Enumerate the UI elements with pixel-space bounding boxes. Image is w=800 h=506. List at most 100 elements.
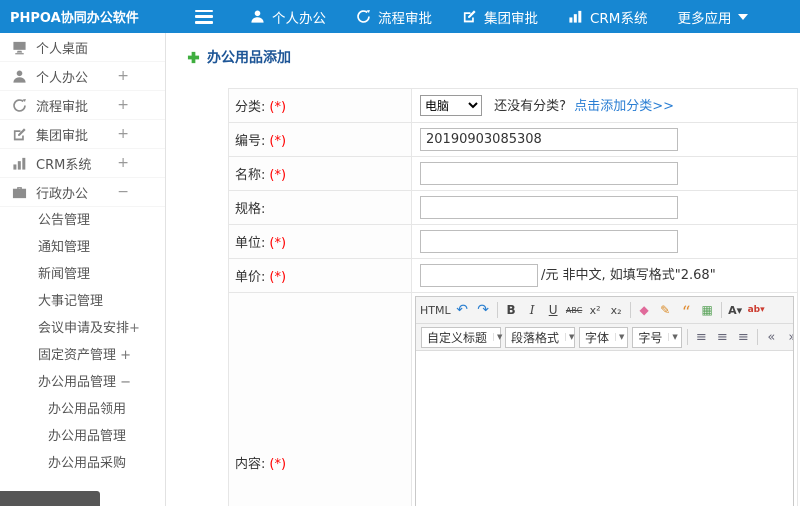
blockquote-button[interactable]: “ xyxy=(677,300,696,322)
field-value-cell: HTML ↶ ↷ B I U ABC x² x₂ ◆ ✎ “▦ A▾ ab▾ 自定义标题 ▼ 段落格式 ▼ 字体 ▼… xyxy=(411,292,798,506)
undo-button[interactable]: ↶ xyxy=(453,300,472,320)
sidebar-item-workflow-approval[interactable]: 流程审批 + xyxy=(0,91,165,120)
page-title-text: 办公用品添加 xyxy=(207,50,291,66)
brand-logo[interactable]: PHPOA协同办公软件 xyxy=(0,7,165,26)
required-marker: (*) xyxy=(269,100,287,115)
nav-item-workflow-approval[interactable]: 流程审批 xyxy=(341,0,447,33)
sidebar-item-notice-mgmt[interactable]: 通知管理 xyxy=(0,234,165,261)
hamburger-icon[interactable] xyxy=(195,9,213,24)
remove-format-button[interactable]: ◆ xyxy=(635,300,654,320)
redo-button[interactable]: ↷ xyxy=(474,300,493,320)
sidebar-item-personal-office[interactable]: 个人办公 + xyxy=(0,62,165,91)
expand-toggle[interactable]: + xyxy=(116,348,131,363)
main-content: 办公用品添加 分类: (*) 电脑 还没有分类? 点击添加分类>> 编号: (*… xyxy=(167,33,800,506)
sidebar-item-admin-office[interactable]: 行政办公 − xyxy=(0,178,165,207)
sidebar-item-supplies-manage[interactable]: 办公用品管理 xyxy=(0,423,165,450)
sidebar-subitem-label: 办公用品管理 xyxy=(48,429,127,444)
sidebar-subitem-label: 办公用品管理 xyxy=(38,375,117,390)
expand-toggle[interactable]: + xyxy=(117,68,129,84)
approve-icon xyxy=(462,9,477,24)
sidebar: 个人桌面 个人办公 + 流程审批 + 集团审批 + CRM系统 + 行政办公 − xyxy=(0,33,166,506)
expand-toggle[interactable]: + xyxy=(117,155,129,171)
font-color-button[interactable]: A▾ xyxy=(726,300,745,320)
editor-toolbar-row1: HTML ↶ ↷ B I U ABC x² x₂ ◆ ✎ “▦ A▾ ab▾ xyxy=(416,297,793,324)
font-size-select[interactable]: 字号 ▼ xyxy=(632,326,682,348)
sidebar-item-supplies-claim[interactable]: 办公用品领用 xyxy=(0,396,165,423)
field-label: 内容: xyxy=(235,457,266,472)
toolbar-separator xyxy=(756,329,758,345)
field-label-cell: 分类: (*) xyxy=(228,88,412,123)
field-label: 规格: xyxy=(235,202,266,217)
nav-item-label: 流程审批 xyxy=(378,10,432,27)
form-row-code: 编号: (*) xyxy=(228,122,798,157)
chevron-down-icon: ▼ xyxy=(565,333,574,341)
paragraph-select[interactable]: 段落格式 ▼ xyxy=(505,326,575,348)
media-button[interactable]: ▦ xyxy=(698,300,717,320)
expand-toggle[interactable]: + xyxy=(117,97,129,113)
sidebar-subitem-label: 办公用品领用 xyxy=(48,402,127,417)
name-input[interactable] xyxy=(420,162,678,185)
align-center-button[interactable]: ≡ xyxy=(713,327,732,347)
source-code-button[interactable]: HTML xyxy=(420,300,451,320)
nav-item-personal-office[interactable]: 个人办公 xyxy=(235,0,341,33)
price-input[interactable] xyxy=(420,264,538,287)
outdent-button[interactable]: « xyxy=(762,327,781,347)
field-label: 单位: xyxy=(235,236,266,251)
format-painter-button[interactable]: ✎ xyxy=(656,300,675,320)
sidebar-item-group-approval[interactable]: 集团审批 + xyxy=(0,120,165,149)
chart-icon xyxy=(12,156,27,171)
field-value-cell xyxy=(411,224,798,259)
unit-input[interactable] xyxy=(420,230,678,253)
approve-icon xyxy=(12,127,27,142)
sidebar-item-crm[interactable]: CRM系统 + xyxy=(0,149,165,178)
align-left-button[interactable]: ≡ xyxy=(692,327,711,347)
sidebar-item-events-mgmt[interactable]: 大事记管理 xyxy=(0,288,165,315)
italic-button[interactable]: I xyxy=(523,300,542,320)
sidebar-item-news-mgmt[interactable]: 新闻管理 xyxy=(0,261,165,288)
flow-icon xyxy=(12,98,27,113)
expand-toggle[interactable]: + xyxy=(129,321,140,336)
sidebar-item-personal-desktop[interactable]: 个人桌面 xyxy=(0,33,165,62)
sidebar-subitem-label: 会议申请及安排 xyxy=(38,321,130,336)
highlight-color-button[interactable]: ab▾ xyxy=(747,300,766,320)
bold-button[interactable]: B xyxy=(502,300,521,320)
add-icon xyxy=(187,51,200,64)
sidebar-item-office-supplies-mgmt[interactable]: 办公用品管理 − xyxy=(0,369,165,396)
indent-button[interactable]: » xyxy=(783,327,793,347)
font-family-select[interactable]: 字体 ▼ xyxy=(579,326,629,348)
sidebar-subitem-label: 新闻管理 xyxy=(38,267,91,282)
field-label-cell: 单位: (*) xyxy=(228,224,412,259)
sidebar-item-meeting-request-mgmt[interactable]: 会议申请及安排+ xyxy=(0,315,165,342)
underline-button[interactable]: U xyxy=(544,300,563,320)
sidebar-subitem-label: 固定资产管理 xyxy=(38,348,117,363)
desktop-icon xyxy=(12,40,27,55)
nav-item-group-approval[interactable]: 集团审批 xyxy=(447,0,553,33)
required-marker: (*) xyxy=(269,134,287,149)
expand-toggle[interactable]: − xyxy=(117,184,129,200)
field-value-cell: /元 非中文, 如填写格式"2.68" xyxy=(411,258,798,293)
code-input[interactable] xyxy=(420,128,678,151)
superscript-button[interactable]: x² xyxy=(586,300,605,320)
sidebar-item-fixed-assets-mgmt[interactable]: 固定资产管理 + xyxy=(0,342,165,369)
category-select[interactable]: 电脑 xyxy=(420,95,482,117)
heading-select[interactable]: 自定义标题 ▼ xyxy=(421,326,502,348)
chart-icon xyxy=(568,9,583,24)
strikethrough-button[interactable]: ABC xyxy=(565,300,584,320)
toolbar-separator xyxy=(629,302,631,318)
align-right-button[interactable]: ≡ xyxy=(734,327,753,347)
spec-input[interactable] xyxy=(420,196,678,219)
nav-item-crm[interactable]: CRM系统 xyxy=(553,0,662,33)
add-category-link[interactable]: 点击添加分类>> xyxy=(574,99,674,114)
expand-toggle[interactable]: − xyxy=(116,375,131,390)
nav-item-more-apps[interactable]: 更多应用 xyxy=(662,0,763,33)
sidebar-item-announcement-mgmt[interactable]: 公告管理 xyxy=(0,207,165,234)
subscript-button[interactable]: x₂ xyxy=(607,300,626,320)
sidebar-item-supplies-purchase[interactable]: 办公用品采购 xyxy=(0,450,165,477)
browser-status-bubble xyxy=(0,491,100,506)
sidebar-subitem-label: 通知管理 xyxy=(38,240,91,255)
toolbar-separator xyxy=(496,302,498,318)
editor-content-area[interactable] xyxy=(416,351,793,506)
expand-toggle[interactable]: + xyxy=(117,126,129,142)
field-value-cell: 电脑 还没有分类? 点击添加分类>> xyxy=(411,88,798,123)
field-label: 单价: xyxy=(235,270,266,285)
